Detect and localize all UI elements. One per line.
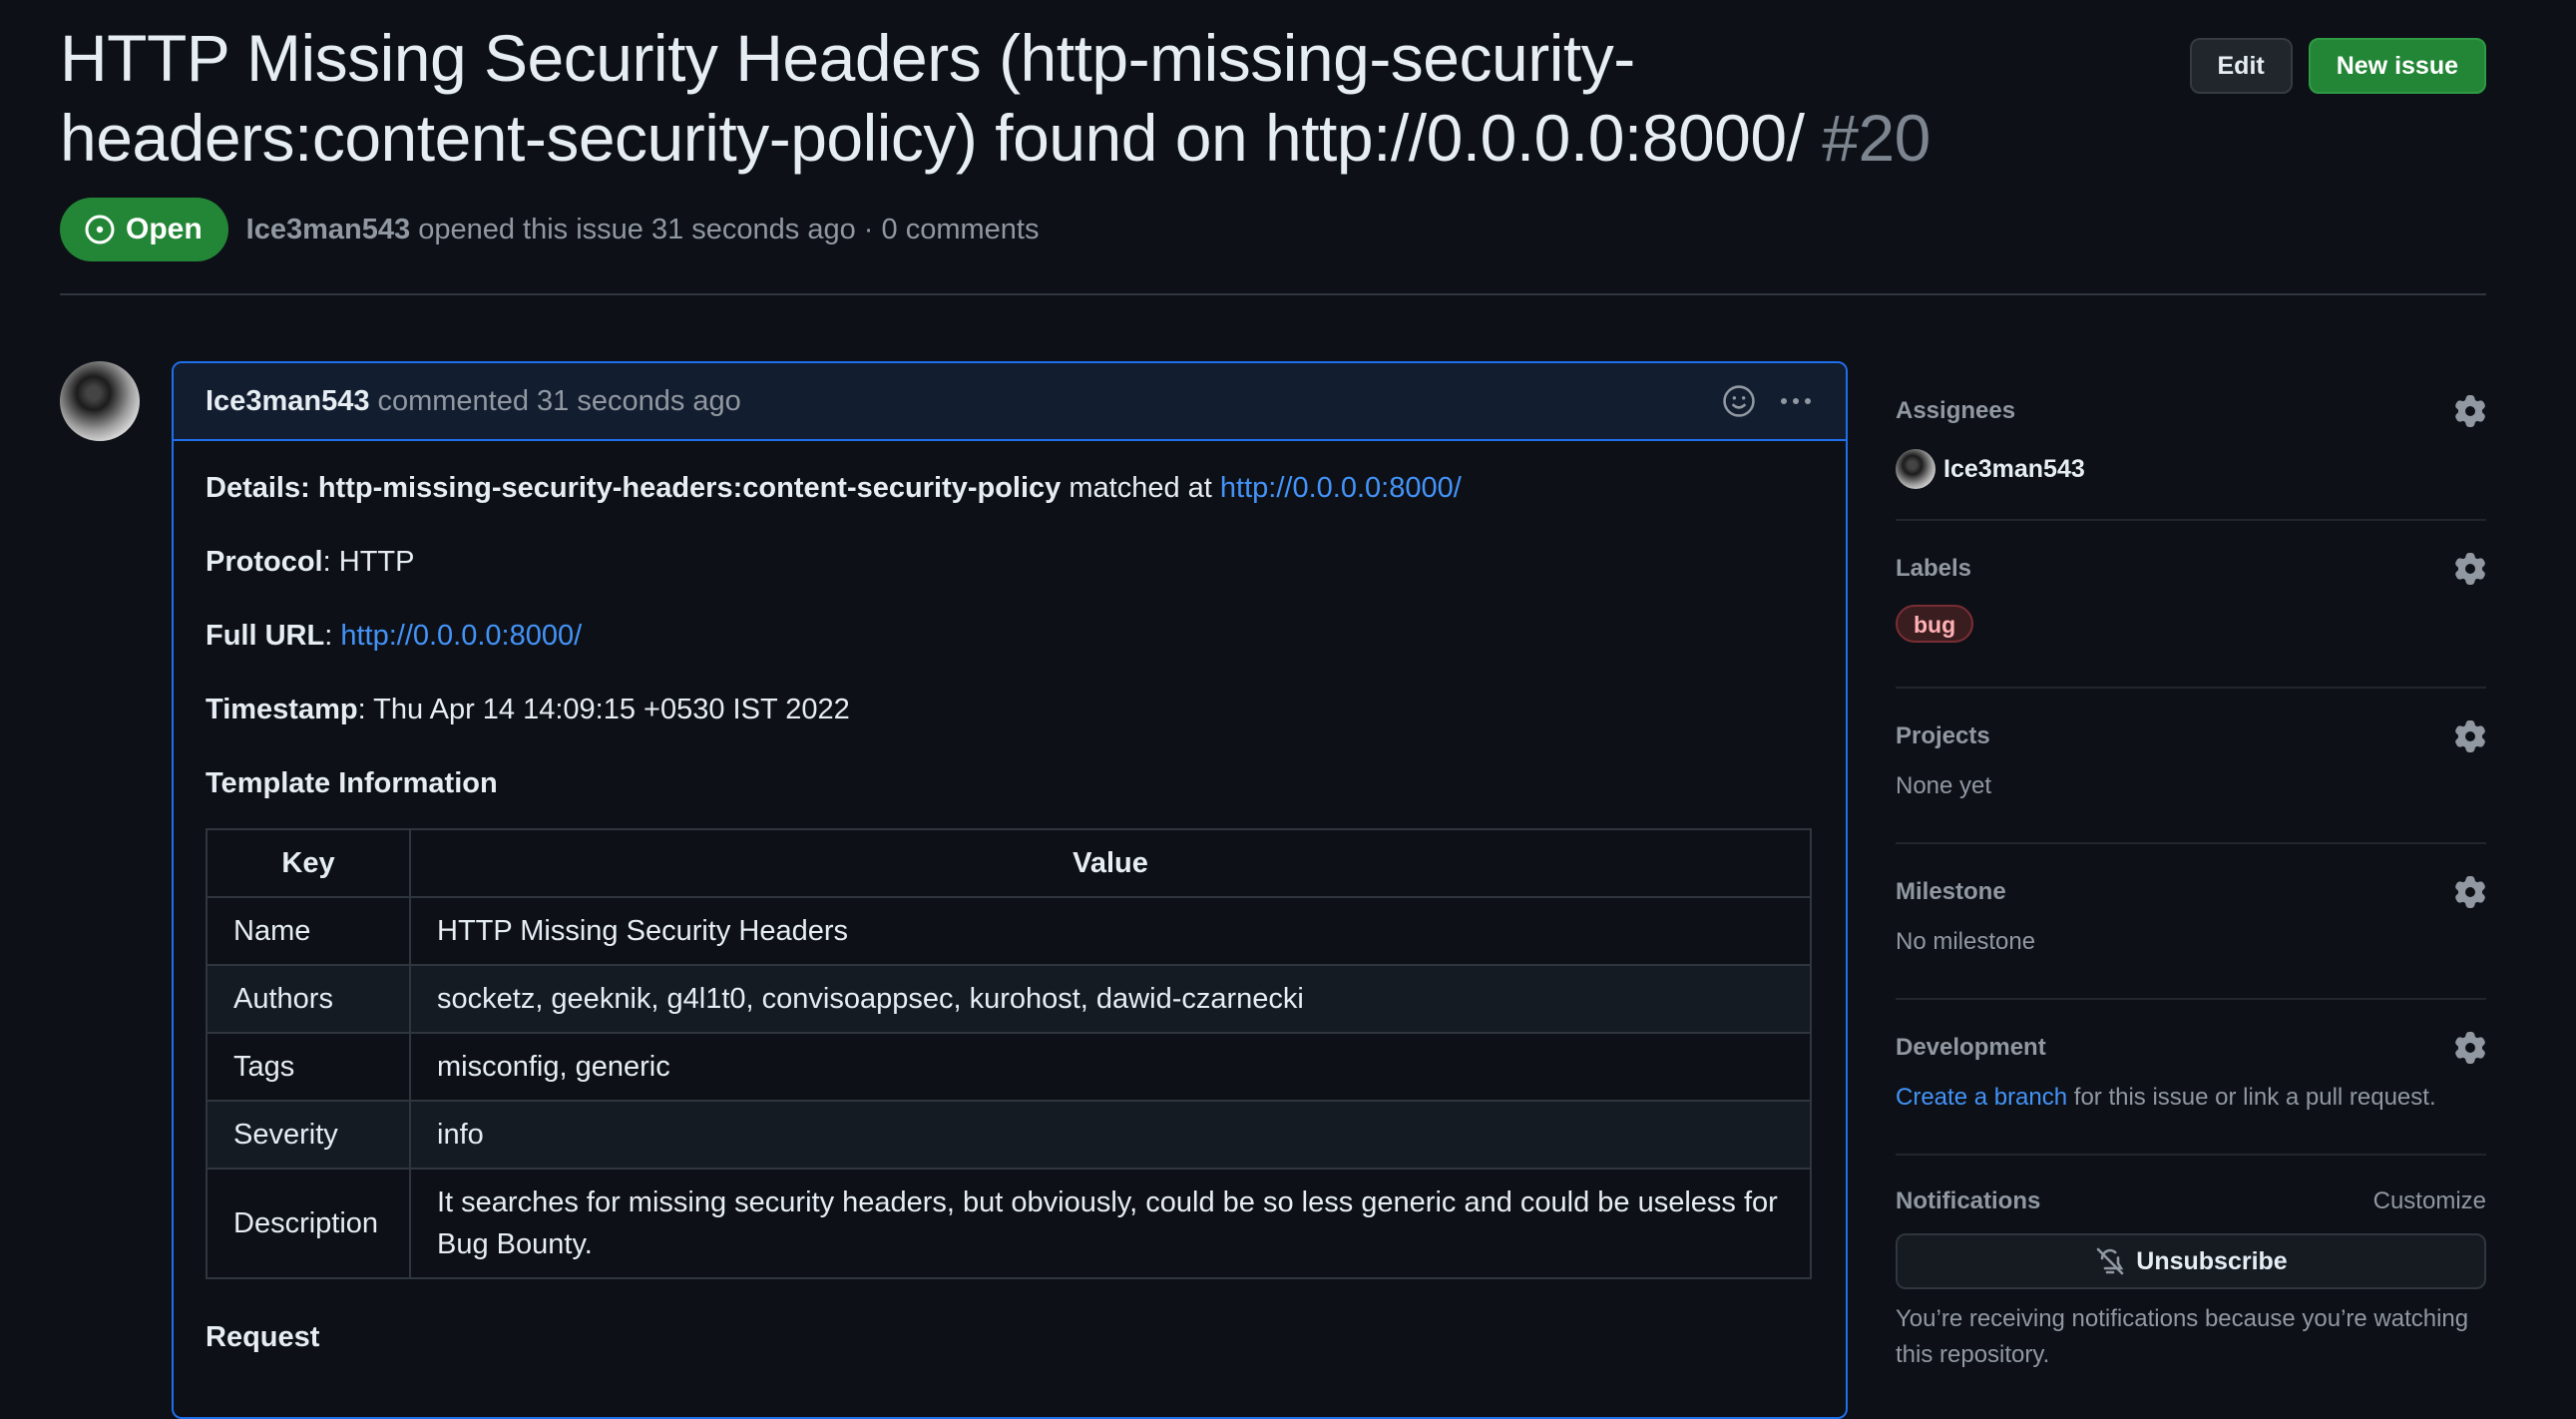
avatar	[1896, 449, 1935, 489]
gear-icon[interactable]	[2454, 395, 2486, 427]
table-header-key: Key	[206, 828, 411, 898]
sidebar-labels-header[interactable]: Labels	[1896, 521, 2486, 585]
table-cell-key: Authors	[206, 964, 411, 1034]
details-line: Details: http-missing-security-headers:c…	[206, 472, 1462, 504]
development-label: Development	[1896, 1034, 2046, 1061]
avatar[interactable]	[60, 361, 140, 441]
milestone-label: Milestone	[1896, 878, 2006, 905]
smiley-icon[interactable]	[1722, 384, 1756, 418]
edit-button[interactable]: Edit	[2189, 38, 2293, 94]
notification-reason: You’re receiving notifications because y…	[1896, 1305, 2469, 1368]
bell-slash-icon	[2096, 1247, 2124, 1275]
request-heading: Request	[206, 1321, 320, 1353]
details-matched-text: matched at	[1069, 472, 1212, 504]
state-label: Open	[126, 213, 203, 245]
table-cell-value: It searches for missing security headers…	[409, 1168, 1812, 1279]
template-info-table: Key Value Name HTTP Missing Security Hea…	[206, 828, 1812, 1279]
issue-meta: Open Ice3man543 opened this issue 31 sec…	[60, 198, 1039, 261]
table-cell-key: Severity	[206, 1100, 411, 1170]
label-list: bug	[1896, 605, 2486, 643]
gear-icon[interactable]	[2454, 553, 2486, 585]
table-cell-key: Name	[206, 896, 411, 966]
protocol-value: HTTP	[338, 546, 415, 578]
comment-meta[interactable]: commented 31 seconds ago	[377, 385, 740, 418]
assignee-name: Ice3man543	[1943, 454, 2085, 483]
fullurl-link[interactable]: http://0.0.0.0:8000/	[340, 620, 582, 652]
projects-value: None yet	[1896, 772, 1992, 799]
issue-opened-icon	[85, 215, 115, 244]
sidebar-development-header[interactable]: Development	[1896, 1000, 2486, 1064]
table-cell-key: Tags	[206, 1032, 411, 1102]
sidebar-assignees: Assignees Ice3man543	[1896, 369, 2486, 521]
table-cell-key: Description	[206, 1168, 411, 1279]
table-cell-value: misconfig, generic	[409, 1032, 1812, 1102]
protocol-line: Protocol: HTTP	[206, 546, 415, 578]
create-branch-link[interactable]: Create a branch	[1896, 1084, 2067, 1111]
comment-actions	[1722, 384, 1814, 418]
details-url-link[interactable]: http://0.0.0.0:8000/	[1220, 472, 1462, 504]
issue-author-link[interactable]: Ice3man543	[246, 214, 410, 245]
sidebar-milestone-header[interactable]: Milestone	[1896, 844, 2486, 908]
gear-icon[interactable]	[2454, 720, 2486, 752]
comment-body: Details: http-missing-security-headers:c…	[174, 441, 1846, 1354]
milestone-value: No milestone	[1896, 928, 2036, 955]
template-info-heading: Template Information	[206, 767, 498, 799]
unsubscribe-button[interactable]: Unsubscribe	[1896, 1233, 2486, 1289]
issue-number: #20	[1822, 101, 1931, 175]
header-divider	[60, 293, 2486, 295]
development-text: Create a branch for this issue or link a…	[1896, 1084, 2486, 1112]
customize-link[interactable]: Customize	[2373, 1187, 2486, 1215]
table-row: Severity info	[206, 1100, 1812, 1170]
development-suffix: for this issue or link a pull request.	[2073, 1084, 2436, 1111]
sidebar-notifications-header: Notifications Customize	[1896, 1156, 2486, 1215]
assignee-item[interactable]: Ice3man543	[1896, 449, 2486, 489]
label-bug[interactable]: bug	[1896, 605, 1974, 643]
sidebar-development: Development Create a branch for this iss…	[1896, 1000, 2486, 1156]
comment-header: Ice3man543 commented 31 seconds ago	[174, 363, 1846, 441]
table-cell-value: info	[409, 1100, 1812, 1170]
details-template-id: http-missing-security-headers:content-se…	[317, 472, 1062, 504]
header-actions: Edit New issue	[2189, 38, 2486, 94]
table-header-row: Key Value	[206, 828, 1812, 898]
comment-author-link[interactable]: Ice3man543	[206, 385, 369, 418]
comment-card: Ice3man543 commented 31 seconds ago Deta…	[172, 361, 1848, 1419]
labels-label: Labels	[1896, 555, 1972, 582]
sidebar-milestone: Milestone No milestone	[1896, 844, 2486, 1000]
sidebar-assignees-header[interactable]: Assignees	[1896, 369, 2486, 427]
unsubscribe-label: Unsubscribe	[2136, 1246, 2288, 1275]
table-cell-value: HTTP Missing Security Headers	[409, 896, 1812, 966]
timestamp-value: Thu Apr 14 14:09:15 +0530 IST 2022	[373, 694, 850, 725]
sidebar-labels: Labels bug	[1896, 521, 2486, 689]
issue-title-text: HTTP Missing Security Headers (http-miss…	[60, 21, 1805, 175]
gear-icon[interactable]	[2454, 1032, 2486, 1064]
issue-title: HTTP Missing Security Headers (http-miss…	[60, 18, 2115, 178]
table-cell-value: socketz, geeknik, g4l1t0, convisoappsec,…	[409, 964, 1812, 1034]
sidebar-notifications: Notifications Customize Unsubscribe You’…	[1896, 1156, 2486, 1385]
issue-opened-text: Ice3man543 opened this issue 31 seconds …	[246, 214, 1040, 246]
notifications-label: Notifications	[1896, 1187, 2041, 1214]
fullurl-label: Full URL	[206, 620, 325, 652]
table-row: Authors socketz, geeknik, g4l1t0, convis…	[206, 964, 1812, 1034]
table-row: Tags misconfig, generic	[206, 1032, 1812, 1102]
details-label: Details	[206, 472, 301, 504]
sidebar-projects: Projects None yet	[1896, 689, 2486, 844]
table-header-value: Value	[409, 828, 1812, 898]
projects-label: Projects	[1896, 722, 1990, 749]
protocol-label: Protocol	[206, 546, 323, 578]
table-row: Name HTTP Missing Security Headers	[206, 896, 1812, 966]
issue-opened-meta: opened this issue 31 seconds ago · 0 com…	[418, 213, 1040, 245]
fullurl-line: Full URL: http://0.0.0.0:8000/	[206, 620, 583, 652]
new-issue-button[interactable]: New issue	[2308, 38, 2486, 94]
state-badge: Open	[60, 198, 228, 261]
table-row: Description It searches for missing secu…	[206, 1168, 1812, 1279]
sidebar-projects-header[interactable]: Projects	[1896, 689, 2486, 752]
kebab-icon[interactable]	[1778, 384, 1814, 418]
gear-icon[interactable]	[2454, 876, 2486, 908]
assignees-label: Assignees	[1896, 397, 2016, 424]
issue-sidebar: Assignees Ice3man543 Labels bug Projects…	[1896, 369, 2486, 1385]
timestamp-line: Timestamp: Thu Apr 14 14:09:15 +0530 IST…	[206, 694, 850, 725]
timestamp-label: Timestamp	[206, 694, 358, 725]
